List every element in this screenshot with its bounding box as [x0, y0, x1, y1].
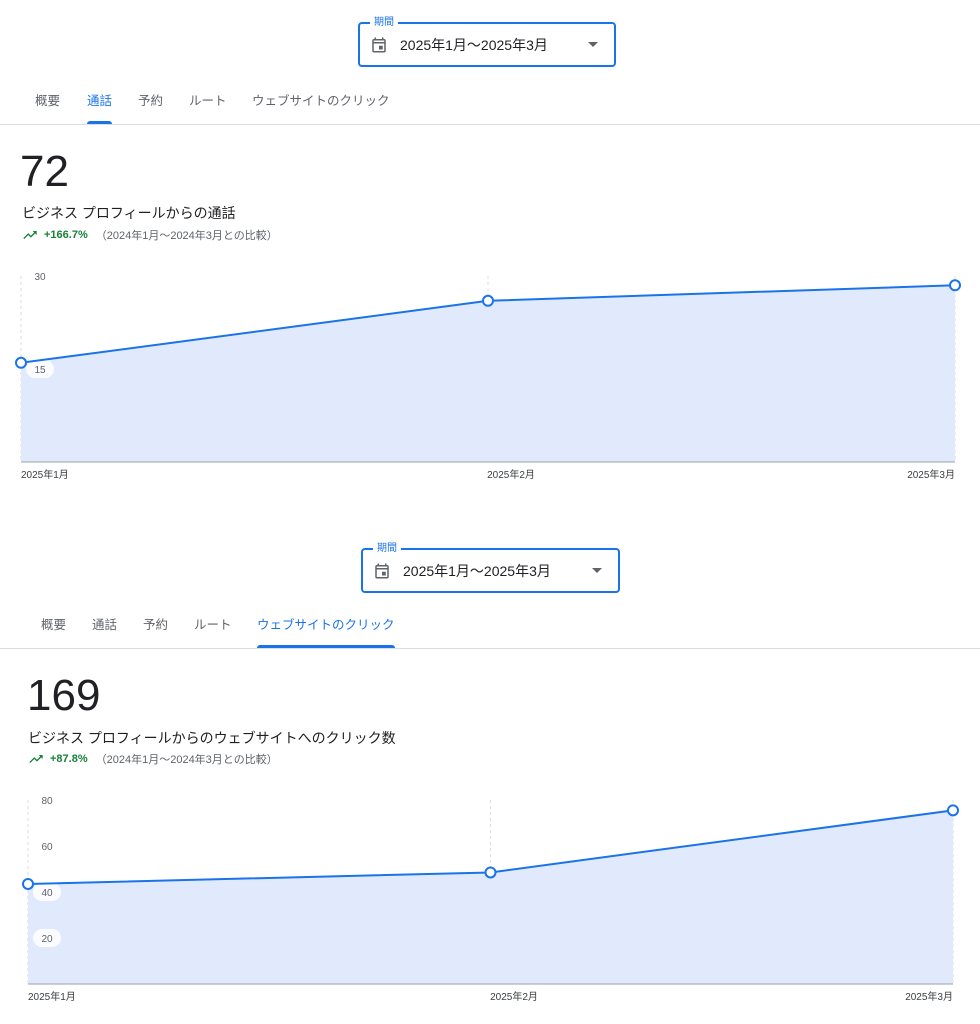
- x-tick-label: 2025年1月: [21, 468, 69, 481]
- website-clicks-chart: 20 40 60 80 2025年1月 2025年2月 2025年3月: [0, 791, 980, 1024]
- x-tick-label: 2025年3月: [907, 468, 955, 481]
- x-tick-label: 2025年2月: [490, 990, 538, 1003]
- comparison-period: （2024年1月〜2024年3月との比較）: [95, 230, 278, 242]
- tab-overview[interactable]: 概要: [41, 610, 66, 648]
- x-tick-label: 2025年1月: [28, 990, 76, 1003]
- y-tick-label: 15: [34, 365, 46, 376]
- y-tick-label: 20: [41, 934, 53, 945]
- change-row: +166.7% （2024年1月〜2024年3月との比較）: [22, 227, 278, 243]
- y-tick-label: 80: [41, 796, 53, 807]
- tab-bookings[interactable]: 予約: [143, 610, 168, 648]
- trending-up-icon: [23, 231, 37, 239]
- tab-bar: 概要 通話 予約 ルート ウェブサイトのクリック: [0, 86, 980, 125]
- period-selector[interactable]: 期間 2025年1月〜2025年3月: [361, 542, 620, 593]
- y-tick-label: 40: [41, 888, 53, 899]
- comparison-period: （2024年1月〜2024年3月との比較）: [95, 754, 278, 766]
- period-selector[interactable]: 期間 2025年1月〜2025年3月: [358, 16, 616, 67]
- x-tick-label: 2025年3月: [905, 990, 953, 1003]
- tab-directions[interactable]: ルート: [189, 86, 227, 124]
- trending-up-icon: [29, 755, 43, 763]
- tab-bar: 概要 通話 予約 ルート ウェブサイトのクリック: [0, 610, 980, 649]
- metric-label: ビジネス プロフィールからのウェブサイトへのクリック数: [28, 730, 396, 746]
- change-row: +87.8% （2024年1月〜2024年3月との比較）: [28, 751, 278, 767]
- calendar-icon: [370, 35, 390, 55]
- tab-website-clicks[interactable]: ウェブサイトのクリック: [252, 86, 390, 124]
- tab-bookings[interactable]: 予約: [138, 86, 163, 124]
- data-point[interactable]: [484, 866, 497, 879]
- tab-directions[interactable]: ルート: [194, 610, 232, 648]
- period-legend: 期間: [370, 16, 398, 30]
- series-area: [21, 285, 955, 462]
- metric-value: 169: [27, 671, 101, 720]
- metric-value: 72: [20, 147, 69, 196]
- data-point[interactable]: [15, 356, 27, 369]
- period-legend: 期間: [373, 542, 401, 556]
- website-clicks-panel: 期間 2025年1月〜2025年3月 概要 通話 予約 ルート ウェブサイトのク…: [0, 526, 980, 1024]
- data-point[interactable]: [947, 804, 959, 817]
- tab-calls[interactable]: 通話: [92, 610, 117, 648]
- y-tick-label: 30: [34, 272, 46, 283]
- arrow-drop-down-icon: [592, 568, 602, 573]
- arrow-drop-down-icon: [588, 42, 598, 47]
- data-point[interactable]: [482, 294, 494, 307]
- calendar-icon: [373, 561, 393, 581]
- tab-calls[interactable]: 通話: [87, 86, 113, 124]
- tab-website-clicks[interactable]: ウェブサイトのクリック: [257, 610, 395, 648]
- x-tick-label: 2025年2月: [487, 468, 535, 481]
- data-point[interactable]: [22, 877, 34, 890]
- period-value: 2025年1月〜2025年3月: [403, 562, 551, 579]
- metric-label: ビジネス プロフィールからの通話: [22, 205, 236, 221]
- calls-panel: 期間 2025年1月〜2025年3月 概要 通話 予約 ルート ウェブサイトのク…: [0, 0, 980, 500]
- y-tick-label: 60: [41, 842, 53, 853]
- data-point[interactable]: [949, 279, 961, 292]
- change-percent: +87.8%: [50, 753, 88, 765]
- period-value: 2025年1月〜2025年3月: [400, 36, 548, 53]
- change-percent: +166.7%: [44, 229, 88, 241]
- calls-chart: 15 30 2025年1月 2025年2月 2025年3月: [0, 260, 980, 482]
- tab-overview[interactable]: 概要: [35, 86, 60, 124]
